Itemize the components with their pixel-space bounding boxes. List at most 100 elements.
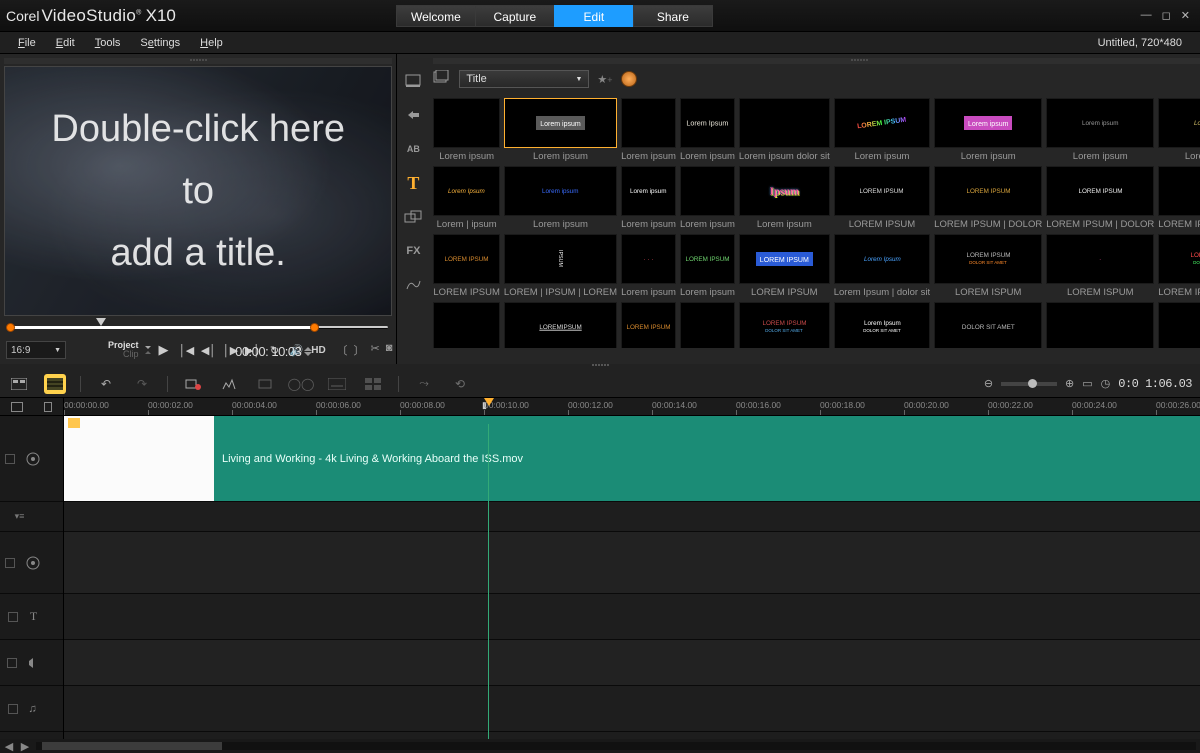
tab-welcome[interactable]: Welcome [396,5,476,27]
lib-tab-path[interactable] [402,274,424,296]
mark-out-button[interactable]: 〕 [354,342,365,358]
lib-tab-filter[interactable]: FX [402,240,424,262]
timeline-view-button[interactable] [44,374,66,394]
title-preset[interactable]: Lorem ipsumLorem ipsum [934,98,1042,162]
track-motion-button[interactable]: ◯◯ [290,374,312,394]
subtitle-button[interactable] [326,374,348,394]
title-preset[interactable]: ·LOREM ISPUM [1046,234,1154,298]
title-preset[interactable]: LOREM IPSUMLorem ipsum [834,98,930,162]
menu-tools[interactable]: Tools [87,35,129,51]
title-preset[interactable]: LOREM IPSUMLOREM IPSUM | DOLOR [934,166,1042,230]
title-preset[interactable]: Lorem IpsumDOLOR SIT AMET [834,302,930,348]
title-placeholder[interactable]: Double-click here to add a title. [5,67,391,315]
title-track-header[interactable]: T [0,594,63,640]
title-preset[interactable]: LOREM IPSUMLorem ipsum [680,234,735,298]
undo-button[interactable]: ↶ [95,374,117,394]
voice-track-header[interactable] [0,640,63,686]
play-button[interactable]: ▶ [153,340,175,360]
storyboard-view-button[interactable] [8,374,30,394]
title-preset[interactable] [680,302,735,348]
close-button[interactable]: ✕ [1181,9,1190,22]
title-preset[interactable]: Lorem IpsumLorem Ipsum | dolor sit [834,234,930,298]
panel-grip[interactable] [4,58,392,64]
prev-frame-button[interactable]: ◀│ [199,340,219,360]
title-preset[interactable] [1046,302,1154,348]
menu-file[interactable]: File [10,35,44,51]
lib-tab-sound[interactable] [402,104,424,126]
lib-tab-transition[interactable]: AB [402,138,424,160]
zoom-slider[interactable] [1001,382,1057,386]
title-preset[interactable]: Lorem ipsum [621,98,676,162]
title-preset[interactable]: Lorem ipsumLorem ipsum [504,166,617,230]
lib-tab-media[interactable] [402,70,424,92]
split-button[interactable]: ✂ [371,342,380,358]
tab-share[interactable]: Share [633,5,713,27]
title-preset[interactable]: LOREM IPSUMDOLOR SIT AMETLOREM ISPUM [934,234,1042,298]
title-preset[interactable]: · · ·Lorem ipsum [621,234,676,298]
title-preset[interactable]: LOREM IPSUMLOREM IPSUM [433,234,500,298]
playback-mode[interactable]: Project Clip [108,341,139,359]
record-button[interactable] [182,374,204,394]
preview-canvas[interactable]: Double-click here to add a title. [4,66,392,316]
video-clip[interactable]: Living and Working - 4k Living & Working… [64,416,1200,501]
maximize-button[interactable]: ◻ [1162,9,1171,22]
tab-capture[interactable]: Capture [475,5,555,27]
title-preset[interactable]: Lorem ipsumLorem ipsum [621,166,676,230]
title-preset[interactable] [433,302,500,348]
track-area[interactable]: Living and Working - 4k Living & Working… [64,416,1200,739]
title-preset[interactable]: Lorem ipsum [433,98,500,162]
overlay-track-header[interactable] [0,532,63,594]
scrollbar-thumb[interactable] [42,742,222,750]
ruler-head[interactable] [0,398,64,415]
title-preset[interactable]: Lorem ipsum [680,166,735,230]
preview-scrubber[interactable] [6,320,390,334]
timecode-stepper[interactable] [304,342,322,360]
minimize-button[interactable]: — [1141,9,1152,22]
title-preset[interactable]: Lorem ipsum dolor sit [739,98,830,162]
title-preset[interactable]: Lorem ipsumLorem ipsum [504,98,617,162]
playhead[interactable] [484,398,494,406]
snapshot-button[interactable]: ◙ [386,342,393,358]
menu-help[interactable]: Help [192,35,231,51]
zoom-out-button[interactable]: ⊖ [984,377,993,390]
mark-in-button[interactable]: 〔 [337,342,348,358]
lib-tab-graphic[interactable] [402,206,424,228]
pan-zoom-button[interactable]: ⟲ [449,374,471,394]
title-preset[interactable]: Lorem IpsumLorem | ipsum [433,166,500,230]
library-category-select[interactable]: Title▼ [459,70,589,88]
title-preset[interactable]: LOREMIPSUM [504,302,617,348]
timeline-ruler[interactable]: ▮ 00:00:00.0000:00:02.0000:00:04.0000:00… [64,398,1200,415]
label-track-header[interactable]: ▾≡ [0,502,63,532]
title-preset[interactable]: LOREM IPSUMDOLOR SIT AMETLOREM IPSUM | D… [1158,234,1200,298]
title-preset[interactable]: LOREM IPSUMLOREM IPSUM [834,166,930,230]
gallery-icon[interactable] [433,70,451,88]
aspect-ratio-select[interactable]: 16:9▼ [6,341,66,359]
title-preset[interactable]: LOREM IPSUM [621,302,676,348]
scroll-left-button[interactable]: ◀ [4,740,14,753]
panel-grip[interactable] [433,58,1200,64]
project-duration[interactable]: 0:0 1:06.03 [1118,377,1192,391]
video-track-header[interactable] [0,416,63,502]
redo-button[interactable]: ↷ [131,374,153,394]
lib-badge-icon[interactable] [621,71,637,87]
title-preset[interactable]: Lorem ipsumLorem ipsum [1158,98,1200,162]
lib-tab-title[interactable]: T [402,172,424,194]
menu-edit[interactable]: Edit [48,35,83,51]
motion-button[interactable]: ⤳ [413,374,435,394]
scroll-right-button[interactable]: ▶ [20,740,30,753]
music-track-header[interactable]: ♫ [0,686,63,732]
title-preset[interactable]: IpsumLorem ipsum [739,166,830,230]
title-preset[interactable]: LOREM IPSUMLOREM IPSUM | DOLOR [1046,166,1154,230]
zoom-in-button[interactable]: ⊕ [1065,377,1074,390]
tab-edit[interactable]: Edit [554,5,634,27]
timeline-scrollbar[interactable]: ◀ ▶ [0,739,1200,753]
fit-project-button[interactable]: ▭ [1082,377,1092,390]
multicam-button[interactable] [362,374,384,394]
preview-timecode[interactable]: 00:00: 10:03 [235,344,301,359]
goto-start-button[interactable]: │◀ [177,340,197,360]
auto-music-button[interactable] [254,374,276,394]
menu-settings[interactable]: Settings [132,35,188,51]
audio-mixer-button[interactable] [218,374,240,394]
title-preset[interactable]: Lorem ipsumLorem ipsum [1046,98,1154,162]
favorites-button[interactable]: ★+ [597,73,612,86]
